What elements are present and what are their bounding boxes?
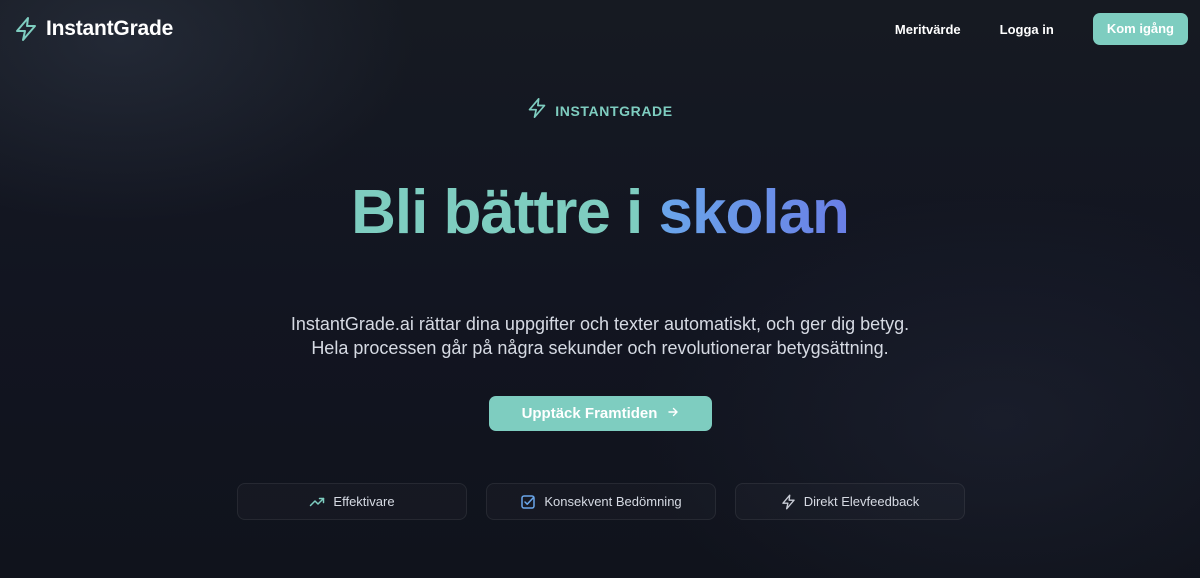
trending-up-icon (309, 494, 325, 510)
nav-link-meritvarde[interactable]: Meritvärde (895, 22, 961, 37)
brand-logo[interactable]: InstantGrade (14, 16, 173, 42)
lightning-icon (527, 97, 547, 124)
hero-description: InstantGrade.ai rättar dina uppgifter oc… (0, 312, 1200, 360)
nav-links: Meritvärde Logga in Kom igång (895, 13, 1188, 45)
description-line1: InstantGrade.ai rättar dina uppgifter oc… (290, 314, 910, 334)
hero-headline: Bli bättre i skolan (0, 178, 1200, 248)
eyebrow-text: INSTANTGRADE (555, 102, 673, 119)
lightning-icon (781, 494, 796, 510)
top-nav: InstantGrade Meritvärde Logga in Kom igå… (0, 0, 1200, 58)
cta-label: Upptäck Framtiden (521, 405, 658, 422)
feature-effektivare: Effektivare (237, 483, 467, 520)
arrow-right-icon (667, 405, 679, 422)
lightning-icon (14, 16, 38, 42)
description-line2: Hela processen går på några sekunder och… (311, 338, 889, 358)
headline-part1: Bli bättre i (351, 178, 659, 247)
brand-name: InstantGrade (46, 17, 174, 40)
headline-part2: skolan (658, 178, 849, 247)
checkbox-icon (520, 494, 536, 510)
feature-label: Effektivare (333, 494, 395, 509)
feature-direkt-elevfeedback: Direkt Elevfeedback (735, 483, 965, 520)
feature-label: Konsekvent Bedömning (544, 494, 682, 509)
discover-future-button[interactable]: Upptäck Framtiden (489, 396, 712, 431)
nav-link-login[interactable]: Logga in (1000, 22, 1054, 37)
feature-konsekvent-bedomning: Konsekvent Bedömning (486, 483, 716, 520)
feature-list: Effektivare Konsekvent Bedömning Direkt … (237, 483, 965, 520)
get-started-button[interactable]: Kom igång (1092, 13, 1188, 45)
hero-eyebrow: INSTANTGRADE (0, 97, 1200, 124)
feature-label: Direkt Elevfeedback (803, 494, 920, 509)
